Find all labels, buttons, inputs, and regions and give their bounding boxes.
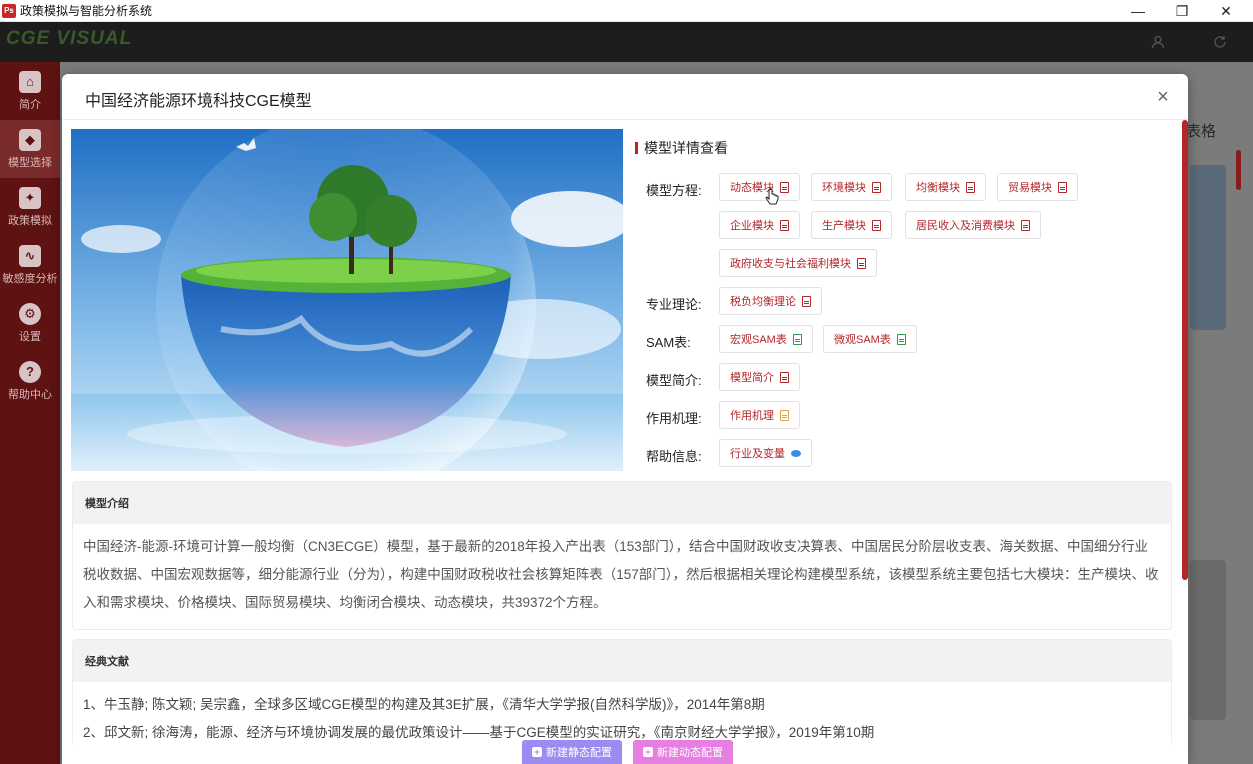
theory-label: 专业理论: (646, 297, 702, 312)
tag-micro-sam[interactable]: 微观SAM表 (823, 325, 917, 353)
cube-icon: ◆ (19, 128, 41, 151)
sidebar-item-policy-sim[interactable]: ✦ 政策模拟 (0, 178, 60, 236)
sidebar-item-label: 模型选择 (8, 156, 52, 169)
app-header: CGE VISUAL (0, 22, 1253, 62)
equations-label: 模型方程: (646, 183, 702, 198)
minimize-button[interactable]: — (1116, 0, 1160, 22)
new-dynamic-config-button[interactable]: + 新建动态配置 (633, 740, 733, 764)
sidebar-item-settings[interactable]: ⚙ 设置 (0, 294, 60, 352)
sidebar-item-label: 政策模拟 (8, 214, 52, 227)
details-section-title: 模型详情查看 (635, 138, 728, 158)
new-static-config-button[interactable]: + 新建静态配置 (522, 740, 622, 764)
document-icon (780, 219, 789, 231)
sidebar-item-label: 设置 (19, 330, 41, 343)
window-titlebar: Ps 政策模拟与智能分析系统 — ❐ ✕ (0, 0, 1253, 22)
window-close-button[interactable]: ✕ (1204, 0, 1248, 22)
app-logo: CGE VISUAL (6, 28, 133, 49)
details-title-text: 模型详情查看 (644, 140, 728, 156)
tag-enterprise-module[interactable]: 企业模块 (719, 211, 800, 239)
spreadsheet-icon (792, 333, 802, 345)
modal-scrollbar[interactable] (1182, 120, 1188, 580)
tag-production-module[interactable]: 生产模块 (811, 211, 892, 239)
document-icon (802, 295, 811, 307)
tag-tax-theory[interactable]: 税负均衡理论 (719, 287, 822, 315)
tag-environment-module[interactable]: 环境模块 (811, 173, 892, 201)
modal-footer (62, 738, 1188, 764)
tag-industry-variables[interactable]: 行业及变量 (719, 439, 812, 467)
section-accent-bar (635, 142, 638, 154)
document-icon (966, 181, 975, 193)
tag-mechanism[interactable]: 作用机理 (719, 401, 800, 429)
gear-icon: ⚙ (19, 302, 41, 325)
help-icon: ? (19, 360, 41, 383)
home-icon: ⌂ (19, 70, 41, 93)
sidebar-item-intro[interactable]: ⌂ 简介 (0, 62, 60, 120)
restore-button[interactable]: ❐ (1160, 0, 1204, 22)
model-detail-modal: 中国经济能源环境科技CGE模型 × 模型详情查看 模型方程: 动态模块 环境模块… (62, 74, 1188, 764)
background-scrollbar[interactable] (1236, 150, 1241, 190)
background-tab-table: 表格 (1186, 123, 1217, 140)
app-icon: Ps (2, 3, 16, 18)
document-icon (1021, 219, 1030, 231)
window-title: 政策模拟与智能分析系统 (20, 4, 153, 18)
tag-household-module[interactable]: 居民收入及消费模块 (905, 211, 1041, 239)
background-card (1190, 165, 1226, 330)
tag-trade-module[interactable]: 贸易模块 (997, 173, 1078, 201)
document-icon (780, 371, 789, 383)
sidebar-item-label: 敏感度分析 (2, 272, 58, 285)
tag-model-intro[interactable]: 模型简介 (719, 363, 800, 391)
tag-macro-sam[interactable]: 宏观SAM表 (719, 325, 813, 353)
model-cover-image (71, 129, 623, 471)
modal-close-button[interactable]: × (1152, 86, 1174, 108)
sidebar-item-label: 简介 (19, 98, 41, 111)
model-intro-text: 中国经济-能源-环境可计算一般均衡（CN3ECGE）模型，基于最新的2018年投… (83, 539, 1159, 610)
tag-equilibrium-module[interactable]: 均衡模块 (905, 173, 986, 201)
intro-label: 模型简介: (646, 373, 702, 388)
tag-government-module[interactable]: 政府收支与社会福利模块 (719, 249, 877, 277)
sidebar: ⌂ 简介 ◆ 模型选择 ✦ 政策模拟 ∿ 敏感度分析 ⚙ 设置 ? 帮助中心 (0, 62, 60, 764)
sam-label: SAM表: (646, 335, 691, 350)
modal-header: 中国经济能源环境科技CGE模型 × (62, 74, 1188, 120)
sidebar-item-help[interactable]: ? 帮助中心 (0, 352, 60, 410)
background-card (1190, 560, 1226, 720)
tag-dynamic-module[interactable]: 动态模块 (719, 173, 800, 201)
card-header: 模型介绍 (73, 482, 1171, 524)
reference-item: 1、牛玉静; 陈文颖; 吴宗鑫，全球多区域CGE模型的构建及其3E扩展，《清华大… (83, 697, 765, 712)
hand-cursor-icon (765, 188, 779, 205)
mechanism-label: 作用机理: (646, 411, 702, 426)
sidebar-item-label: 帮助中心 (8, 388, 52, 401)
sidebar-item-model-select[interactable]: ◆ 模型选择 (0, 120, 60, 178)
help-label: 帮助信息: (646, 449, 702, 464)
document-icon (1058, 181, 1067, 193)
document-icon (872, 181, 881, 193)
plus-icon: + (532, 747, 542, 757)
chart-icon: ∿ (19, 244, 41, 267)
model-intro-card: 模型介绍 中国经济-能源-环境可计算一般均衡（CN3ECGE）模型，基于最新的2… (72, 481, 1172, 630)
user-icon[interactable] (1146, 30, 1170, 54)
document-icon (780, 409, 789, 421)
policy-icon: ✦ (19, 186, 41, 209)
eye-icon (791, 449, 801, 457)
card-header: 经典文献 (73, 640, 1171, 682)
sidebar-item-sensitivity[interactable]: ∿ 敏感度分析 (0, 236, 60, 294)
spreadsheet-icon (896, 333, 906, 345)
document-icon (857, 257, 866, 269)
modal-title: 中国经济能源环境科技CGE模型 (85, 93, 312, 110)
document-icon (872, 219, 881, 231)
plus-icon: + (643, 747, 653, 757)
document-icon (780, 181, 789, 193)
refresh-icon[interactable] (1208, 30, 1232, 54)
